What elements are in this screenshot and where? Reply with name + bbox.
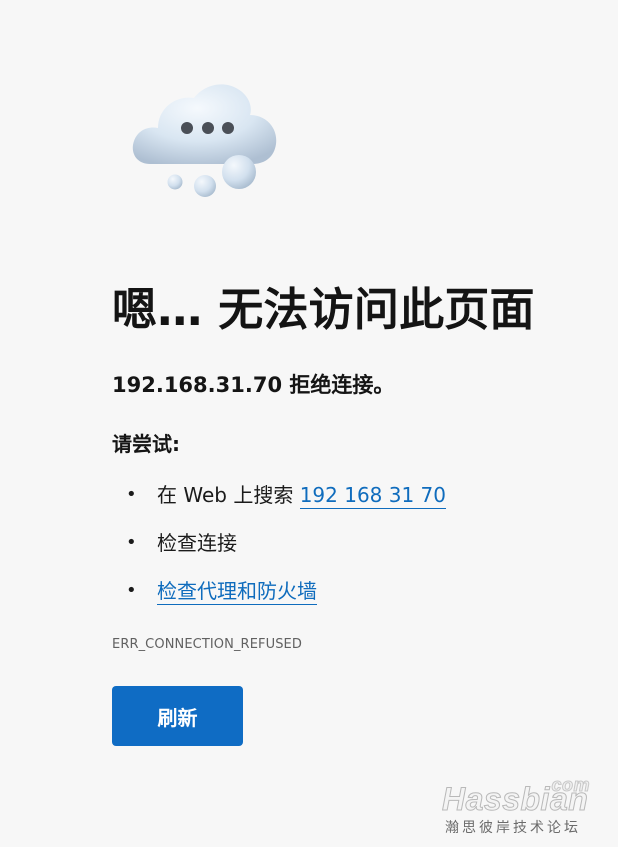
try-label: 请尝试: <box>112 432 180 456</box>
suggestion-item-check-proxy: • 检查代理和防火墙 <box>112 576 446 624</box>
watermark-logo: com Hassbian 瀚思彼岸技术论坛 <box>440 775 610 840</box>
cloud-icon <box>128 78 288 203</box>
bullet-icon: • <box>126 484 137 505</box>
search-prefix-text: 在 Web 上搜索 <box>157 483 300 507</box>
check-connection-text: 检查连接 <box>157 531 237 555</box>
bullet-icon: • <box>126 580 137 601</box>
suggestion-item-search: • 在 Web 上搜索 192 168 31 70 <box>112 480 447 528</box>
search-web-link[interactable]: 192 168 31 70 <box>299 483 447 509</box>
bullet-icon: • <box>126 532 137 553</box>
suggestion-item-check-connection: • 检查连接 <box>112 528 446 576</box>
error-code: ERR_CONNECTION_REFUSED <box>112 637 302 652</box>
refresh-button[interactable]: 刷新 <box>112 686 243 746</box>
page-title: 嗯… 无法访问此页面 <box>112 283 535 336</box>
watermark-subtitle: 瀚思彼岸技术论坛 <box>445 820 581 836</box>
check-proxy-firewall-link[interactable]: 检查代理和防火墙 <box>157 579 317 605</box>
suggestion-list: • 在 Web 上搜索 192 168 31 70 • 检查连接 • 检查代理和… <box>112 480 447 624</box>
error-message: 192.168.31.70 拒绝连接。 <box>112 373 395 397</box>
watermark-brand: Hassbian <box>441 781 589 818</box>
